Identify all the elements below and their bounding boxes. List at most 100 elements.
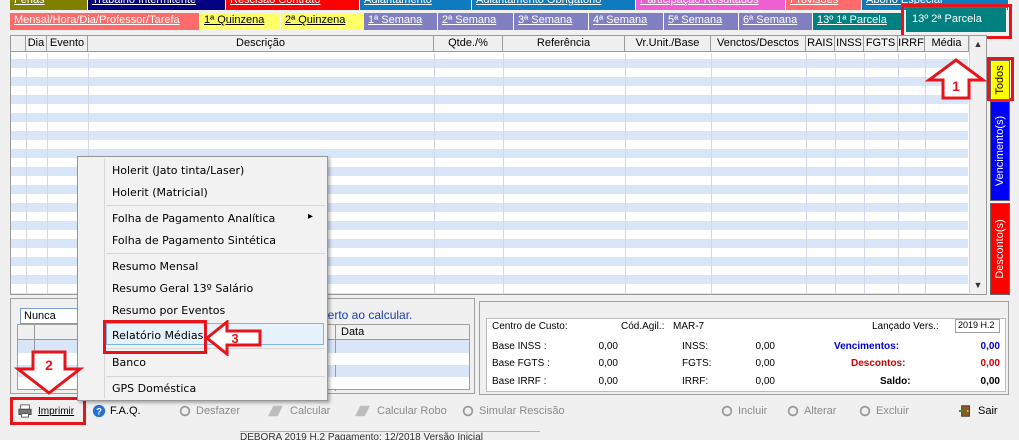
print-context-menu: Holerit (Jato tinta/Laser) Holerit (Matr… (77, 156, 328, 401)
col-header-media[interactable]: Média (925, 36, 969, 52)
tab-mensal[interactable]: Mensal/Hora/Dia/Professor/Tarefa (10, 13, 200, 30)
incluir-button[interactable]: Incluir (720, 401, 767, 421)
base-inss-label: Base INSS : (492, 341, 547, 352)
submenu-arrow-icon: ▸ (308, 211, 314, 222)
excluir-button[interactable]: Excluir (858, 401, 909, 421)
calcular-robo-button[interactable]: Calcular Robo (351, 401, 447, 421)
col-header-inss[interactable]: INSS (835, 36, 864, 52)
cod-agil-value: MAR-7 (673, 321, 705, 332)
faq-button[interactable]: ? F.A.Q. (92, 401, 141, 421)
history-col-data[interactable]: Data (341, 326, 364, 338)
vencimentos-label: Vencimentos: (834, 341, 900, 352)
col-header-descricao[interactable]: Descrição (88, 36, 434, 52)
tab-trabalho-intermitente[interactable]: Trabalho Intermitente (88, 0, 226, 10)
tab-2-semana[interactable]: 2ª Semana (438, 13, 514, 30)
tab-adiantamento-obrigatorio[interactable]: Adiantamento Obrigatório (472, 0, 636, 10)
menu-item-holerit-jato[interactable]: Holerit (Jato tinta/Laser) (112, 164, 244, 177)
frequency-combo[interactable]: Nunca (20, 308, 80, 324)
simular-rescisao-button[interactable]: Simular Rescisão (461, 401, 565, 421)
add-icon (721, 405, 733, 417)
col-header-fgts[interactable]: FGTS (864, 36, 898, 52)
tab-3-semana[interactable]: 3ª Semana (514, 13, 589, 30)
menu-item-gps-domestica[interactable]: GPS Doméstica (112, 382, 196, 395)
status-bar: DEBORA 2019 H.2 Pagamento: 12/2018 Versã… (240, 431, 540, 440)
menu-item-resumo-eventos[interactable]: Resumo por Eventos (112, 304, 225, 317)
svg-text:1: 1 (952, 78, 960, 94)
tab-1-semana[interactable]: 1ª Semana (364, 13, 438, 30)
menu-item-resumo-mensal[interactable]: Resumo Mensal (112, 260, 198, 273)
table-row[interactable] (11, 95, 968, 104)
table-row[interactable] (11, 113, 968, 122)
desfazer-button[interactable]: Desfazer (178, 401, 240, 421)
tab-ferias[interactable]: Férias (10, 0, 88, 10)
col-header-evento[interactable]: Evento (47, 36, 88, 52)
descontos-value: 0,00 (980, 358, 1000, 369)
col-header-rais[interactable]: RAIS (806, 36, 835, 52)
table-row[interactable] (11, 59, 968, 68)
tab-2-quinzena[interactable]: 2ª Quinzena (281, 13, 364, 30)
calculator-icon (268, 405, 283, 417)
saldo-label: Saldo: (880, 376, 911, 387)
desfazer-label: Desfazer (196, 405, 241, 417)
col-header-dia[interactable]: Dia (26, 36, 47, 52)
menu-item-folha-analitica[interactable]: Folha de Pagamento Analítica (112, 212, 275, 225)
undo-icon (179, 405, 191, 417)
col-header-irrf[interactable]: IRRF (898, 36, 925, 52)
svg-text:?: ? (96, 407, 102, 418)
grid-column-line (711, 53, 712, 294)
svg-text:2: 2 (45, 357, 53, 373)
calcular-button[interactable]: Calcular (264, 401, 330, 421)
tab-1-quinzena[interactable]: 1ª Quinzena (200, 13, 281, 30)
simulate-icon (462, 405, 474, 417)
col-header-venctos[interactable]: Venctos/Desctos (711, 36, 806, 52)
menu-item-folha-sintetica[interactable]: Folha de Pagamento Sintética (112, 234, 276, 247)
table-row[interactable] (11, 77, 968, 86)
sair-button[interactable]: Sair (958, 401, 998, 421)
irrf-label: IRRF: (682, 376, 709, 387)
svg-text:3: 3 (231, 331, 238, 346)
fgts-label: FGTS: (682, 358, 712, 369)
col-header-referencia[interactable]: Referência (503, 36, 625, 52)
grid-column-line (898, 53, 899, 294)
tab-rescisao-contrato[interactable]: Rescisão Contrato (226, 0, 360, 10)
centro-custo-label: Centro de Custo: (492, 321, 568, 332)
col-header-blank (11, 36, 26, 52)
menu-item-resumo-geral-13[interactable]: Resumo Geral 13º Salário (112, 282, 253, 295)
tab-4-semana[interactable]: 4ª Semana (589, 13, 664, 30)
exit-door-icon (959, 405, 970, 417)
tab-adiantamento[interactable]: Adiantamento (360, 0, 472, 10)
highlight-box-relatorio-medias (103, 320, 207, 354)
scroll-down-icon[interactable]: ▼ (970, 277, 986, 293)
tab-participacao-resultados[interactable]: Participação Resultados (636, 0, 786, 10)
tab-5-semana[interactable]: 5ª Semana (664, 13, 739, 30)
lancado-value: 2019 H.2 (958, 320, 995, 330)
menu-item-holerit-matricial[interactable]: Holerit (Matricial) (112, 186, 208, 199)
saldo-value: 0,00 (980, 376, 1000, 387)
vencimentos-value: 0,00 (980, 341, 1000, 352)
base-inss-value: 0,00 (598, 341, 618, 352)
grid-column-line (434, 53, 435, 294)
base-irrf-label: Base IRRF : (492, 376, 547, 387)
robot-icon (355, 405, 370, 417)
grid-column-line (835, 53, 836, 294)
cod-agil-label: Cód.Agil.: (621, 321, 665, 332)
tab-provisoes[interactable]: Provisões (786, 0, 862, 10)
inss-value: 0,00 (755, 341, 775, 352)
highlight-box-imprimir (10, 397, 86, 425)
faq-label: F.A.Q. (110, 405, 141, 417)
tab-13-1-parcela[interactable]: 13º 1ª Parcela (813, 13, 904, 30)
table-row[interactable] (11, 131, 968, 140)
alterar-button[interactable]: Alterar (786, 401, 836, 421)
calcular-label: Calcular (290, 405, 331, 417)
scroll-up-icon[interactable]: ▲ (970, 36, 986, 52)
side-tab-vencimentos[interactable]: Vencimento(s) (990, 101, 1010, 201)
base-irrf-value: 0,00 (598, 376, 618, 387)
col-header-qtde[interactable]: Qtde./% (434, 36, 503, 52)
side-tab-descontos[interactable]: Desconto(s) (990, 203, 1010, 295)
alterar-label: Alterar (804, 405, 837, 417)
tab-6-semana[interactable]: 6ª Semana (739, 13, 813, 30)
menu-item-banco[interactable]: Banco (112, 356, 146, 369)
callout-arrow-2: 2 (14, 350, 84, 395)
side-tab-todos[interactable]: Todos (990, 60, 1010, 100)
col-header-vr-unit[interactable]: Vr.Unit./Base (625, 36, 711, 52)
